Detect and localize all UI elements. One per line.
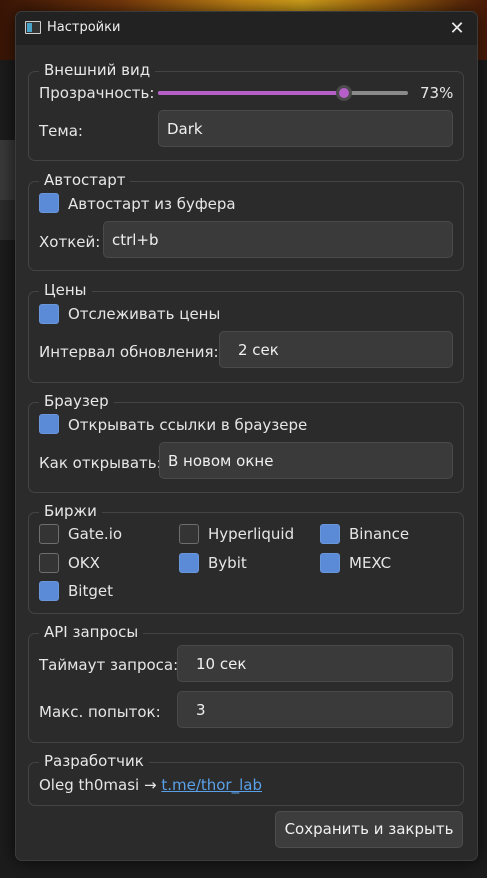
browser-title: Браузер xyxy=(39,392,114,410)
exchange-checkbox-okx[interactable] xyxy=(39,553,59,573)
exchange-label: MEXC xyxy=(349,554,392,572)
api-title: API запросы xyxy=(39,623,144,641)
developer-title: Разработчик xyxy=(39,752,149,770)
interval-label: Интервал обновления: xyxy=(39,343,219,361)
opacity-slider-fill xyxy=(158,91,344,95)
hotkey-label: Хоткей: xyxy=(39,233,101,251)
opacity-slider-handle[interactable] xyxy=(336,85,352,101)
appearance-title: Внешний вид xyxy=(39,61,156,79)
prices-title: Цены xyxy=(39,281,92,299)
title-bar: Настройки ✕ xyxy=(16,12,477,45)
developer-text: Oleg th0masi → t.me/thor_lab xyxy=(39,776,262,794)
interval-spinbox[interactable]: 2 сек xyxy=(219,331,453,368)
settings-dialog: Настройки ✕ Внешний вид Прозрачность: 73… xyxy=(15,11,478,861)
open-in-browser-label: Открывать ссылки в браузере xyxy=(68,416,308,434)
theme-label: Тема: xyxy=(39,122,83,140)
track-prices-label: Отслеживать цены xyxy=(68,305,221,323)
retries-spinbox[interactable]: 3 xyxy=(177,691,453,728)
opacity-label: Прозрачность: xyxy=(39,84,155,102)
exchange-checkbox-bitget[interactable] xyxy=(39,581,59,601)
exchange-label: Hyperliquid xyxy=(208,525,295,543)
exchange-label: Binance xyxy=(349,525,410,543)
exchange-checkbox-binance[interactable] xyxy=(320,524,340,544)
exchange-checkbox-hyperliquid[interactable] xyxy=(179,524,199,544)
open-mode-label: Как открывать: xyxy=(39,454,162,472)
window-title: Настройки xyxy=(47,20,121,35)
exchange-label: Gate.io xyxy=(68,525,123,543)
autostart-clipboard-label: Автостарт из буфера xyxy=(68,195,236,213)
exchange-checkbox-gate-io[interactable] xyxy=(39,524,59,544)
hotkey-input[interactable]: ctrl+b xyxy=(103,221,453,258)
opacity-slider[interactable] xyxy=(158,85,408,101)
developer-name: Oleg th0masi → xyxy=(39,776,157,794)
background-window-edge-2 xyxy=(0,200,16,240)
developer-link[interactable]: t.me/thor_lab xyxy=(161,776,262,794)
timeout-spinbox[interactable]: 10 сек xyxy=(177,645,453,682)
retries-label: Макс. попыток: xyxy=(39,703,161,721)
background-window-edge xyxy=(0,140,16,200)
theme-select[interactable]: Dark xyxy=(158,110,453,147)
opacity-value: 73% xyxy=(420,84,454,102)
timeout-label: Таймаут запроса: xyxy=(39,656,179,674)
exchange-label: Bitget xyxy=(68,582,113,600)
exchange-label: Bybit xyxy=(208,554,247,572)
autostart-title: Автостарт xyxy=(39,171,131,189)
close-button[interactable]: ✕ xyxy=(437,12,477,45)
track-prices-checkbox[interactable] xyxy=(39,304,59,324)
exchange-checkbox-bybit[interactable] xyxy=(179,553,199,573)
save-and-close-button[interactable]: Сохранить и закрыть xyxy=(275,811,463,848)
exchanges-title: Биржи xyxy=(39,502,102,520)
exchange-label: OKX xyxy=(68,554,100,572)
exchange-checkbox-mexc[interactable] xyxy=(320,553,340,573)
open-mode-select[interactable]: В новом окне xyxy=(159,442,453,479)
close-icon: ✕ xyxy=(449,18,465,39)
autostart-clipboard-checkbox[interactable] xyxy=(39,193,59,213)
open-in-browser-checkbox[interactable] xyxy=(39,414,59,434)
app-icon xyxy=(25,21,41,34)
